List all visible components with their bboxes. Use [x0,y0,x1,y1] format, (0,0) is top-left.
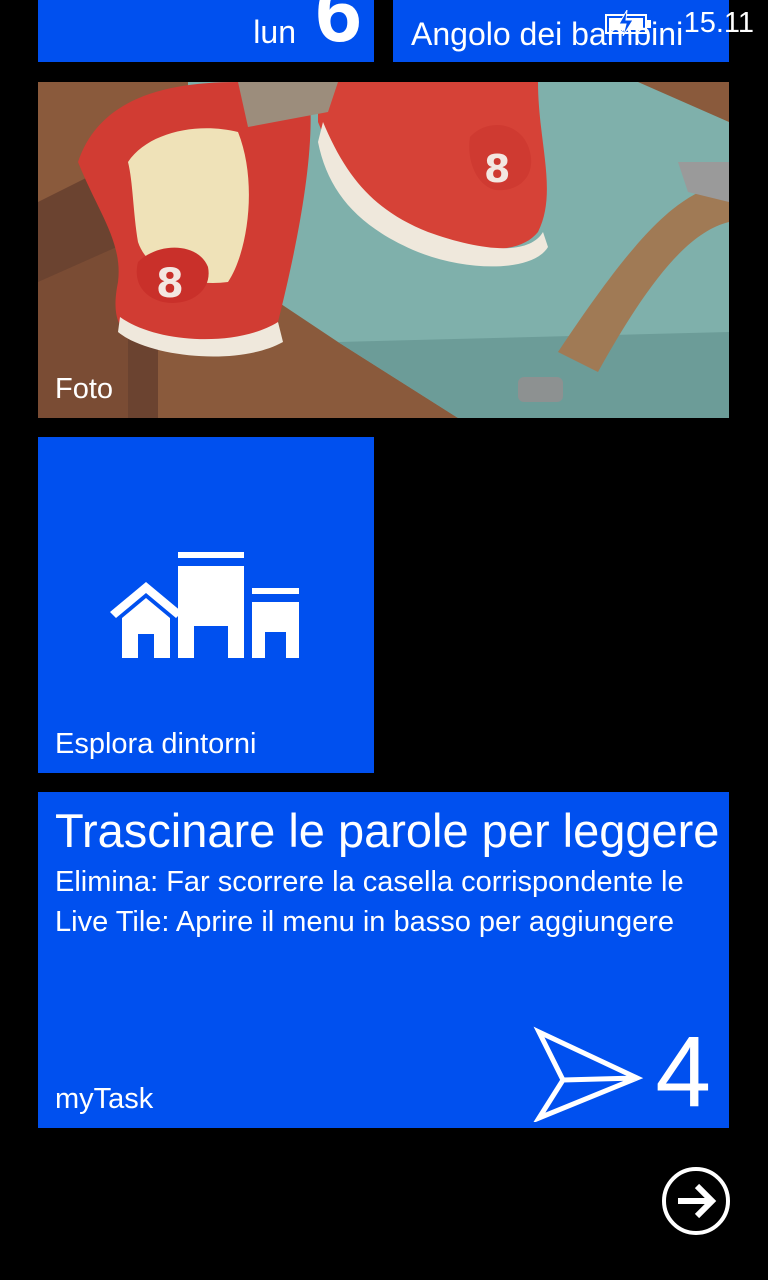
mytask-title: Trascinare le parole per leggere [55,804,720,857]
all-apps-button[interactable] [661,1166,731,1236]
explore-nearby-tile[interactable]: Esplora dintorni [38,437,374,773]
mytask-label: myTask [55,1083,154,1115]
photos-label: Foto [55,373,114,405]
status-bar: 15.11 [0,0,768,44]
start-screen: lun 6 Angolo dei bambini 8 8 Foto Esplor… [0,0,768,1280]
svg-text:8: 8 [156,261,184,307]
photos-tile[interactable]: 8 8 Foto [38,82,729,418]
battery-charging-icon [605,10,651,36]
svg-text:8: 8 [484,147,510,191]
photo-image: 8 8 [38,82,729,418]
mytask-line-live-tile: Live Tile: Aprire il menu in basso per a… [55,906,675,938]
send-arrow-icon [533,1026,644,1122]
mytask-count: 4 [655,1016,711,1128]
buildings-icon [110,552,299,658]
explore-nearby-label: Esplora dintorni [55,728,257,760]
status-time: 15.11 [683,7,754,39]
mytask-tile[interactable]: Trascinare le parole per leggere Elimina… [38,792,729,1128]
mytask-line-delete: Elimina: Far scorrere la casella corrisp… [55,866,684,898]
arrow-right-circle-icon [662,1167,730,1235]
